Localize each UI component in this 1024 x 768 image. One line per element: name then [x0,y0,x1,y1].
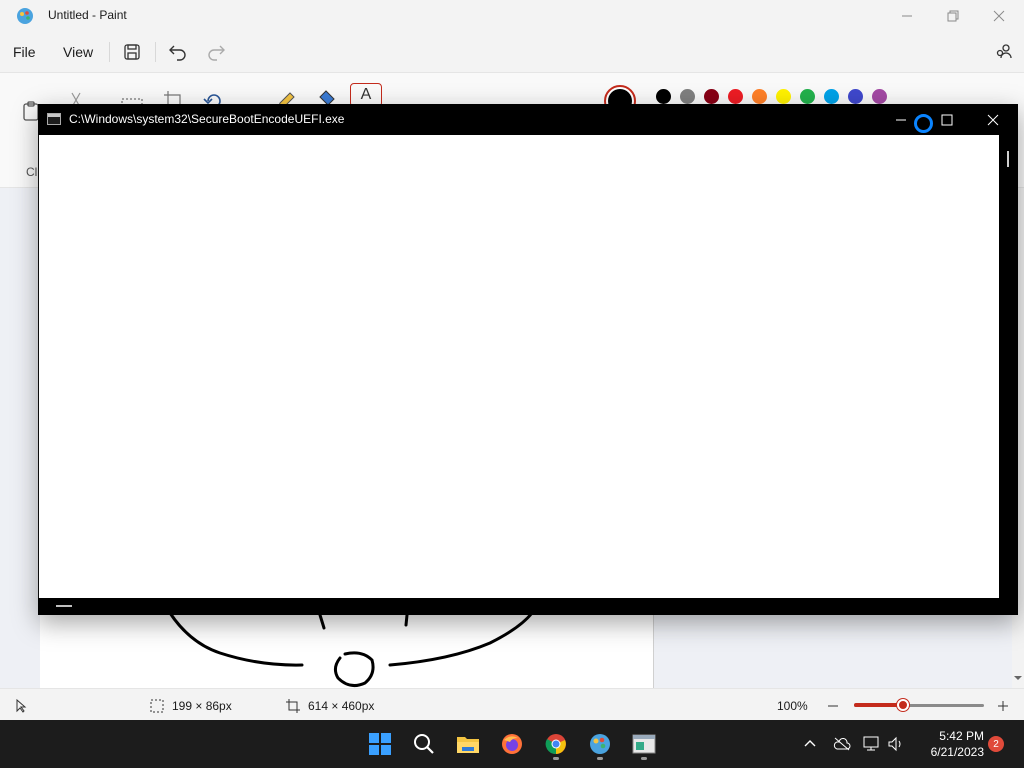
console-maximize-button[interactable] [924,106,970,134]
restore-button[interactable] [930,4,976,28]
paint-titlebar[interactable]: Untitled - Paint [0,0,1024,32]
taskbar-clock[interactable]: 5:42 PM 6/21/2023 [914,728,984,760]
volume-icon [888,736,901,752]
console-app-icon [632,734,656,754]
notification-badge[interactable]: 2 [988,736,1004,752]
zoom-level-text: 100% [777,699,808,713]
canvas-size-icon [286,699,300,713]
color-swatch[interactable] [776,89,791,104]
maximize-icon [941,114,953,126]
zoom-level[interactable]: 100% [777,699,808,713]
minimize-icon [896,119,906,121]
account-icon[interactable] [992,40,1016,64]
file-menu[interactable]: File [13,44,36,60]
console-scrollbar[interactable] [999,135,1018,598]
network-tray[interactable] [862,734,882,754]
view-menu[interactable]: View [63,44,93,60]
network-icon [863,736,879,751]
color-swatch[interactable] [800,89,815,104]
zoom-out-icon[interactable] [827,700,839,712]
console-output-area[interactable] [39,135,999,598]
color-swatch[interactable] [872,89,887,104]
zoom-in-icon[interactable] [997,700,1009,712]
close-icon [993,10,1005,22]
firefox-icon [502,734,522,754]
minimize-icon [902,15,912,17]
taskbar-file-explorer[interactable] [448,726,488,762]
save-icon[interactable] [120,40,144,64]
console-window: C:\Windows\system32\SecureBootEncodeUEFI… [38,104,1018,615]
close-button[interactable] [976,4,1022,28]
console-icon [47,113,61,125]
clock-date: 6/21/2023 [930,745,984,759]
paint-statusbar: 199 × 86px 614 × 460px 100% [0,688,1024,720]
color-swatch[interactable] [824,89,839,104]
zoom-slider-fill [854,703,903,707]
running-indicator [597,757,603,760]
taskbar-paint[interactable] [580,726,620,762]
restore-icon [947,10,959,22]
taskbar-chrome[interactable] [536,726,576,762]
chevron-up-icon [804,740,816,747]
canvas-size-text: 614 × 460px [308,699,375,713]
color-swatch[interactable] [728,89,743,104]
canvas-size: 614 × 460px [286,699,374,713]
selection-size-text: 199 × 86px [172,699,232,713]
scroll-down-icon [1014,676,1022,680]
redo-icon[interactable] [204,40,228,64]
volume-tray[interactable] [886,734,906,754]
paint-icon [590,734,610,754]
paint-menubar: File View [0,32,1024,72]
pointer-icon [16,699,27,713]
running-indicator [553,757,559,760]
search-button[interactable] [404,726,444,762]
clipboard-group-label: Cl [26,165,38,179]
text-tool-label: A [360,86,372,103]
file-explorer-icon [457,737,479,753]
console-minimize-button[interactable] [878,106,924,134]
color-swatch[interactable] [680,89,695,104]
console-window-title: C:\Windows\system32\SecureBootEncodeUEFI… [69,112,345,126]
selection-icon [150,699,164,713]
cloud-offline-icon [833,737,851,751]
running-indicator [641,757,647,760]
console-titlebar[interactable]: C:\Windows\system32\SecureBootEncodeUEFI… [38,104,1018,135]
selection-size: 199 × 86px [150,699,232,713]
close-icon [987,114,999,126]
console-input-line [38,598,1018,615]
console-scroll-thumb[interactable] [1007,151,1009,167]
onedrive-tray[interactable] [832,734,852,754]
console-close-button[interactable] [970,106,1016,134]
color-swatch[interactable] [752,89,767,104]
text-cursor [56,605,72,607]
start-icon [369,733,391,755]
zoom-slider-thumb[interactable] [897,699,909,711]
color-swatch[interactable] [656,89,671,104]
paint-app-icon [17,8,33,24]
paint-window-title: Untitled - Paint [48,8,127,22]
minimize-button[interactable] [884,4,930,28]
color-swatch[interactable] [704,89,719,104]
taskbar-console-app[interactable] [624,726,664,762]
show-hidden-icons-button[interactable] [800,734,820,754]
clock-time: 5:42 PM [939,729,984,743]
cursor-position [14,699,28,713]
search-icon [414,734,434,754]
menu-separator [109,42,110,62]
color-swatch[interactable] [848,89,863,104]
taskbar-firefox[interactable] [492,726,532,762]
taskbar: 5:42 PM 6/21/2023 2 [0,720,1024,768]
undo-icon[interactable] [166,40,190,64]
start-button[interactable] [360,726,400,762]
menu-separator [155,42,156,62]
chrome-icon [545,734,566,755]
